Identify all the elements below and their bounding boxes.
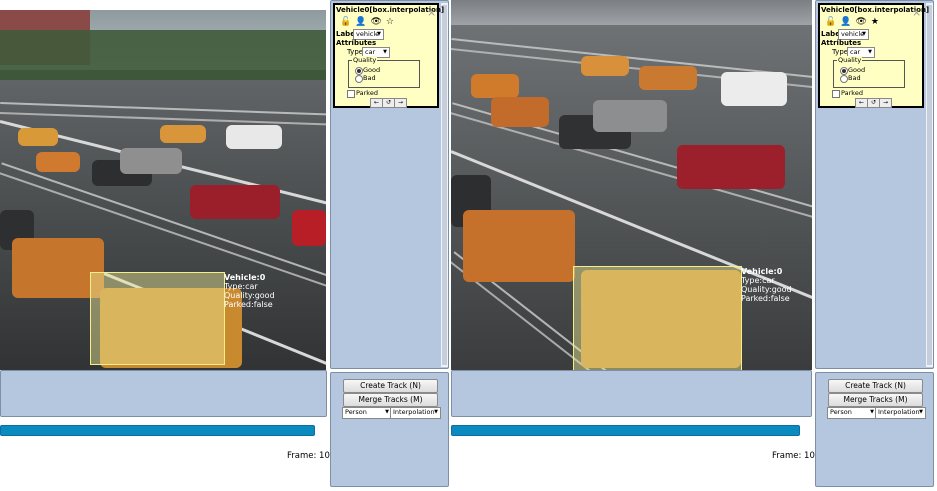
shape-select[interactable]: Person ▼ [342,407,392,419]
star-filled-icon[interactable]: ★ [871,17,879,27]
object-action-icons: 🔓 👤 👁 ☆ [340,17,394,27]
eye-icon[interactable]: 👁 [370,17,381,27]
sidebar-scrollbar[interactable] [926,3,933,367]
next-arrow-icon[interactable]: → [879,98,892,108]
mode-select[interactable]: Interpolation ▼ [875,407,926,419]
chevron-down-icon: ▼ [862,31,866,37]
track-label-title: Vehicle:0 [224,273,266,282]
track-label-quality: Quality:good [224,291,275,300]
mode-select-value: Interpolation [393,408,435,416]
frame-counter: Frame: 100 [287,451,336,461]
car [120,148,182,174]
car [18,128,58,146]
quality-bad-label: Bad [848,74,861,82]
quality-bad-label: Bad [363,74,376,82]
object-action-icons: 🔓 👤 👁 ★ [825,17,879,27]
scrollbar-thumb[interactable] [927,5,932,365]
lock-icon[interactable]: 🔓 [340,17,351,27]
quality-legend: Quality [352,56,378,64]
chevron-down-icon: ▼ [434,409,438,415]
type-select-value: car [850,48,861,56]
shape-select[interactable]: Person ▼ [827,407,877,419]
type-select-value: car [365,48,376,56]
track-label-quality: Quality:good [741,285,792,294]
star-outline-icon[interactable]: ☆ [386,17,394,27]
frame-progress-bar[interactable] [0,425,315,436]
person-icon[interactable]: 👤 [355,17,366,27]
quality-good-radio[interactable] [355,67,363,75]
chevron-down-icon: ▼ [919,409,923,415]
track-label-type: Type:car [224,282,258,291]
annotation-popup: Vehicle0[box.interpolation] × 🔓 👤 👁 ★ La… [818,3,929,108]
track-label-type: Type:car [741,276,775,285]
create-track-button[interactable]: Create Track (N) [343,379,438,393]
create-track-button[interactable]: Create Track (N) [828,379,923,393]
eye-icon[interactable]: 👁 [855,17,866,27]
car [292,210,326,246]
background-trees [0,30,326,85]
chevron-down-icon: ▼ [377,31,381,37]
car [491,97,549,127]
frame-counter: Frame: 100 [772,451,821,461]
parked-label: Parked [356,89,378,97]
video-frame-right[interactable]: Vehicle:0 Type:car Quality:good Parked:f… [451,0,812,370]
sidebar-scrollbar[interactable] [441,3,448,367]
chevron-down-icon: ▼ [868,49,872,55]
car [226,125,282,149]
car [463,210,575,282]
type-caption: Type [347,48,364,56]
mode-select-value: Interpolation [878,408,920,416]
player-panel-left [0,370,327,417]
label-select-value: vehicle [841,30,865,38]
parked-label: Parked [841,89,863,97]
chevron-down-icon: ▼ [870,409,874,415]
shape-select-value: Person [345,408,367,416]
frame-progress-bar[interactable] [451,425,800,436]
track-label-title: Vehicle:0 [741,267,783,276]
type-caption: Type [832,48,849,56]
player-panel-right [451,370,812,417]
car [190,185,280,219]
chevron-down-icon: ▼ [383,49,387,55]
car [677,145,785,189]
parked-checkbox[interactable] [832,90,840,98]
tracked-bounding-box[interactable] [90,272,225,365]
video-frame-left[interactable]: Vehicle:0 Type:car Quality:good Parked:f… [0,10,326,370]
annotation-popup: Vehicle0[box.interpolation] × 🔓 👤 👁 ☆ La… [333,3,444,108]
quality-bad-radio[interactable] [355,75,363,83]
merge-tracks-button[interactable]: Merge Tracks (M) [343,393,438,407]
car [639,66,697,90]
track-label: Vehicle:0 Type:car Quality:good Parked:f… [741,267,792,303]
parked-checkbox[interactable] [347,90,355,98]
quality-bad-radio[interactable] [840,75,848,83]
lock-icon[interactable]: 🔓 [825,17,836,27]
quality-good-radio[interactable] [840,67,848,75]
track-label-parked: Parked:false [224,300,273,309]
car [471,74,519,98]
chevron-down-icon: ▼ [385,409,389,415]
attributes-caption: Attributes [336,39,377,47]
car [160,125,206,143]
scrollbar-thumb[interactable] [442,5,447,365]
next-arrow-icon[interactable]: → [394,98,407,108]
quality-good-label: Good [848,66,866,74]
close-icon[interactable]: × [912,7,921,18]
shape-select-value: Person [830,408,852,416]
track-label: Vehicle:0 Type:car Quality:good Parked:f… [224,273,275,309]
merge-tracks-button[interactable]: Merge Tracks (M) [828,393,923,407]
attributes-caption: Attributes [821,39,862,47]
close-icon[interactable]: × [427,7,436,18]
label-select-value: vehicle [356,30,380,38]
quality-legend: Quality [837,56,863,64]
tracked-bounding-box[interactable] [573,266,742,370]
car [581,56,629,76]
track-label-parked: Parked:false [741,294,790,303]
person-icon[interactable]: 👤 [840,17,851,27]
car [36,152,80,172]
car [721,72,787,106]
car [593,100,667,132]
mode-select[interactable]: Interpolation ▼ [390,407,441,419]
quality-good-label: Good [363,66,381,74]
